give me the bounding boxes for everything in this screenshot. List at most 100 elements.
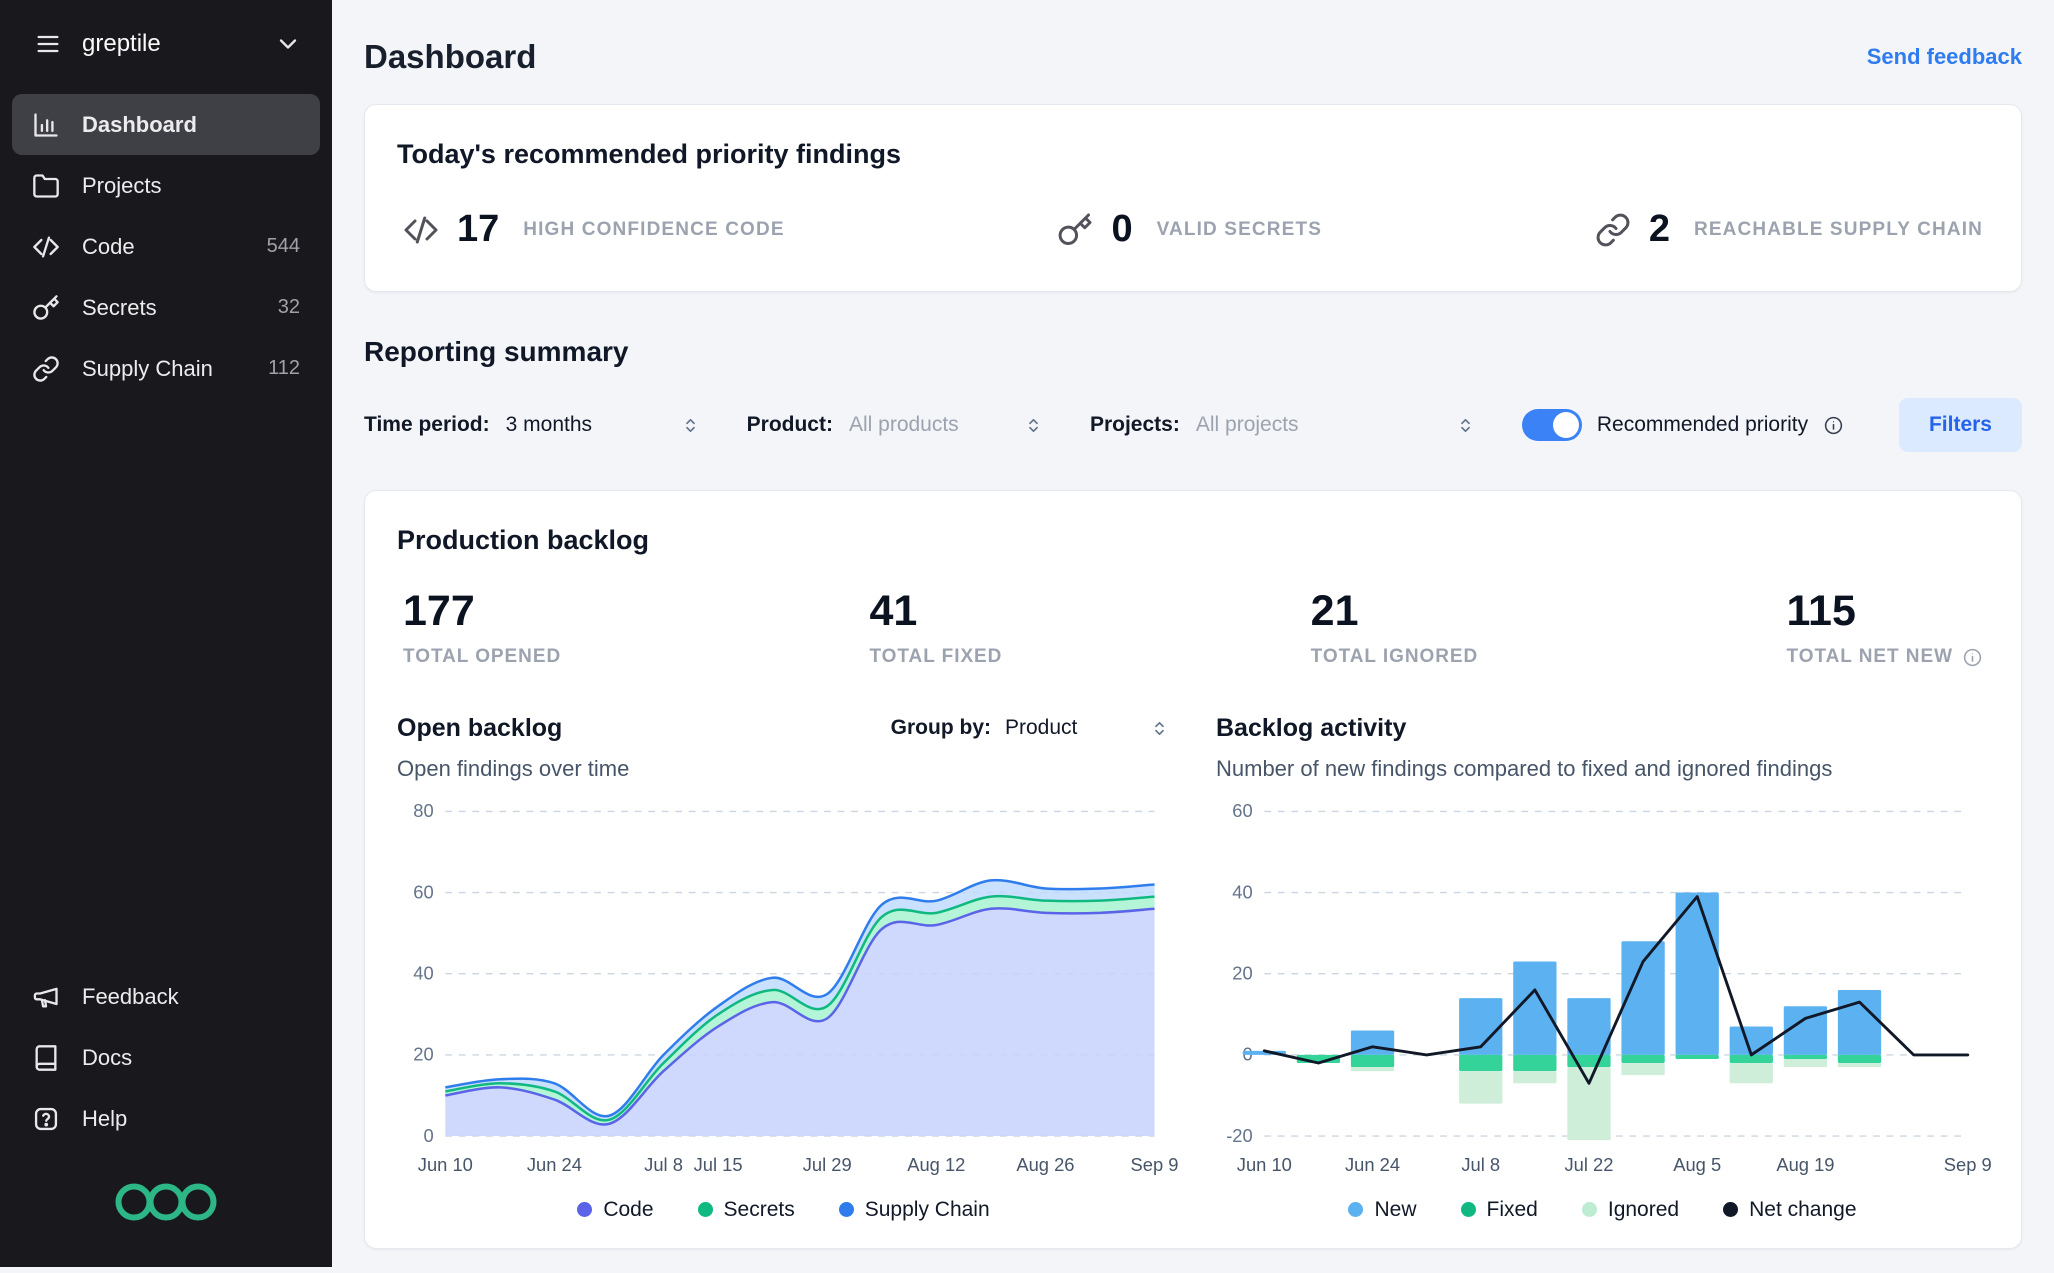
svg-text:-20: -20 [1226, 1125, 1253, 1146]
priority-card-title: Today's recommended priority findings [397, 139, 901, 169]
stat-total-opened: 177 TOTAL OPENED [403, 590, 561, 668]
backlog-activity-subtitle: Number of new findings compared to fixed… [1216, 756, 1833, 781]
stat-value: 2 [1648, 208, 1670, 250]
projects-value: All projects [1195, 413, 1299, 436]
svg-text:Jul 8: Jul 8 [1461, 1154, 1500, 1175]
send-feedback-link[interactable]: Send feedback [1867, 44, 2022, 70]
stat-label: TOTAL FIXED [869, 646, 1003, 667]
sidebar-item-supply-chain[interactable]: Supply Chain 112 [12, 338, 320, 399]
unfold-icon [680, 415, 701, 436]
stat-label: TOTAL OPENED [403, 646, 562, 667]
recommended-priority-label: Recommended priority [1596, 413, 1809, 436]
stat-total-net-new: 115 TOTAL NET NEW [1787, 590, 1983, 668]
svg-text:Jul 29: Jul 29 [803, 1154, 852, 1175]
legend-dot [1348, 1202, 1364, 1217]
svg-text:Jun 10: Jun 10 [1237, 1154, 1292, 1175]
org-name: greptile [82, 30, 161, 57]
time-period-select[interactable]: 3 months [506, 413, 701, 437]
svg-text:Aug 5: Aug 5 [1673, 1154, 1721, 1175]
priority-findings-card: Today's recommended priority findings 17… [364, 104, 2022, 292]
svg-text:Sep 9: Sep 9 [1944, 1154, 1992, 1175]
legend-item-supply-chain: Supply Chain [838, 1197, 990, 1222]
recommended-priority-toggle[interactable] [1521, 409, 1582, 441]
greptile-logo [12, 1149, 320, 1267]
projects-label: Projects: [1089, 413, 1180, 436]
projects-select[interactable]: All projects [1196, 413, 1476, 437]
svg-text:Aug 12: Aug 12 [907, 1154, 965, 1175]
group-by-select[interactable]: Product [1005, 716, 1170, 740]
sidebar-item-secrets[interactable]: Secrets 32 [12, 277, 320, 338]
stat-value: 177 [403, 587, 475, 635]
stat-label: HIGH CONFIDENCE CODE [523, 218, 785, 240]
count-badge: 112 [268, 357, 300, 379]
group-by-label: Group by: [890, 716, 991, 739]
backlog-activity-title: Backlog activity [1216, 713, 1407, 742]
unfold-icon [1023, 415, 1044, 436]
legend-item-net-change: Net change [1723, 1197, 1857, 1222]
stat-value: 41 [869, 587, 918, 635]
legend-label: Fixed [1486, 1197, 1538, 1221]
projects-filter: Projects: All projects [1090, 413, 1476, 437]
info-icon[interactable] [1962, 647, 1983, 668]
legend-label: Ignored [1607, 1197, 1680, 1221]
sidebar-item-label: Feedback [82, 983, 179, 1009]
svg-text:40: 40 [1232, 881, 1252, 902]
megaphone-icon [32, 983, 60, 1011]
product-value: All products [848, 413, 959, 436]
group-by-control: Group by: Product [891, 716, 1170, 740]
legend-dot [838, 1202, 854, 1217]
info-icon[interactable] [1823, 415, 1844, 436]
legend-label: Supply Chain [864, 1197, 990, 1221]
sidebar-item-feedback[interactable]: Feedback [12, 966, 320, 1027]
sidebar-item-label: Dashboard [82, 111, 197, 137]
unfold-icon [1455, 415, 1476, 436]
stat-label: VALID SECRETS [1156, 218, 1323, 240]
sidebar-item-code[interactable]: Code 544 [12, 216, 320, 277]
sidebar-item-label: Supply Chain [82, 355, 213, 381]
reporting-summary-title: Reporting summary [364, 336, 629, 367]
key-icon [32, 294, 60, 322]
content: Today's recommended priority findings 17… [332, 104, 2054, 1273]
stat-total-ignored: 21 TOTAL IGNORED [1311, 590, 1479, 668]
count-badge: 544 [266, 235, 300, 257]
legend-dot [1723, 1202, 1739, 1217]
svg-text:Jun 10: Jun 10 [418, 1154, 473, 1175]
unfold-icon [1149, 718, 1170, 739]
sidebar-item-projects[interactable]: Projects [12, 155, 320, 216]
svg-text:Jul 15: Jul 15 [694, 1154, 743, 1175]
menu-icon[interactable] [34, 30, 62, 58]
sidebar-item-dashboard[interactable]: Dashboard [12, 94, 320, 155]
filters-row: Time period: 3 months Product: All produ… [364, 398, 2022, 452]
production-backlog-card: Production backlog 177 TOTAL OPENED 41 T… [364, 490, 2022, 1249]
legend-dot [1460, 1202, 1476, 1217]
legend-item-code: Code [577, 1198, 654, 1222]
product-select[interactable]: All products [849, 413, 1044, 437]
svg-text:Jul 8: Jul 8 [644, 1154, 683, 1175]
open-backlog-chart: 0 20 40 60 80 Jun 10 Jun 24 Jul 8 Jul 15 Jul 29 Au… [413, 800, 1178, 1175]
chevron-down-icon[interactable] [274, 30, 302, 58]
stat-total-fixed: 41 TOTAL FIXED [869, 590, 1002, 668]
sidebar-footer: Feedback Docs Help [0, 966, 332, 1267]
priority-stats: 17 HIGH CONFIDENCE CODE 0 VALID SECRETS [397, 208, 1989, 251]
stat-value: 21 [1310, 587, 1359, 635]
legend-label: Net change [1749, 1197, 1857, 1221]
sidebar-item-help[interactable]: Help [12, 1088, 320, 1149]
sidebar-item-label: Projects [82, 172, 162, 198]
svg-text:60: 60 [413, 881, 433, 902]
link-icon [32, 355, 60, 383]
toggle-knob [1552, 412, 1579, 438]
sidebar-nav: Dashboard Projects Code 544 Secrets 32 S… [0, 80, 332, 399]
svg-text:60: 60 [1232, 800, 1252, 821]
link-icon [1595, 212, 1631, 248]
open-backlog-legend: Code Secrets Supply Chain [397, 1198, 1170, 1222]
sidebar-item-docs[interactable]: Docs [12, 1027, 320, 1088]
legend-item-secrets: Secrets [697, 1198, 795, 1222]
legend-label: New [1374, 1197, 1417, 1221]
filters-button[interactable]: Filters [1898, 398, 2022, 452]
org-switcher[interactable]: greptile [0, 0, 332, 80]
folder-icon [32, 172, 60, 200]
stat-value: 115 [1786, 587, 1856, 635]
legend-dot [577, 1202, 593, 1217]
product-label: Product: [746, 413, 833, 436]
backlog-activity-chart: -200204060Jun 10Jun 24Jul 8Jul 22Aug 5Au… [1226, 800, 1992, 1175]
